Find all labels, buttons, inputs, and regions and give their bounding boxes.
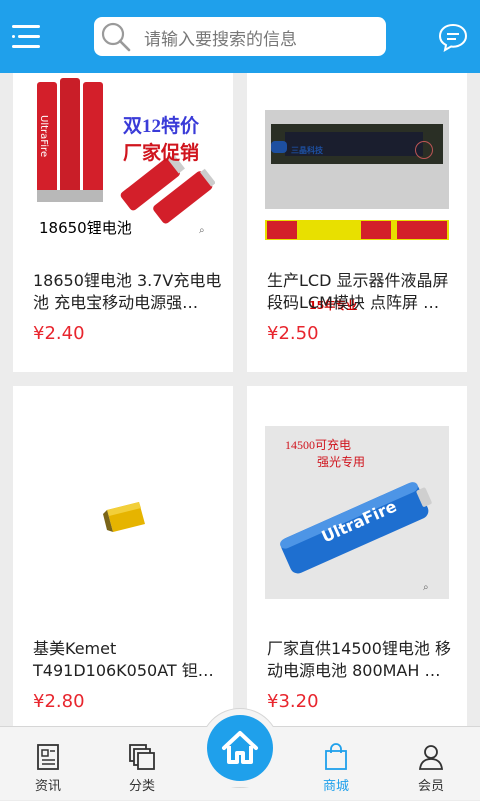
menu-button[interactable] — [12, 22, 40, 50]
member-icon — [418, 745, 444, 770]
brand-logo: 三晶科技 — [291, 146, 323, 155]
tab-news[interactable]: 资讯 — [3, 727, 93, 801]
home-icon — [222, 731, 258, 764]
zoom-icon: ⌕ — [423, 582, 429, 593]
menu-line-middle — [18, 35, 40, 38]
tab-label: 资讯 — [34, 779, 61, 794]
product-card[interactable]: 14500可充电 强光专用 UltraFire ⌕ 厂家直供14500锂电池 移… — [247, 386, 467, 726]
menu-line-top — [12, 25, 40, 28]
tab-shop[interactable]: 商城 — [291, 727, 381, 801]
product-price: ¥3.20 — [267, 691, 319, 712]
capacitor-photo — [103, 502, 145, 532]
top-bar: 请输入要搜索的信息 — [0, 0, 480, 73]
promo-line-2: 厂家促销 — [123, 143, 200, 164]
shop-bag-icon — [325, 743, 347, 770]
image-caption-2: 强光专用 — [317, 455, 366, 469]
product-price: ¥2.80 — [33, 691, 85, 712]
seal-icon — [415, 141, 433, 159]
promo-brand: UltraFire — [38, 115, 49, 158]
logo-mark-icon — [271, 141, 287, 153]
search-input[interactable]: 请输入要搜索的信息 — [94, 17, 386, 56]
product-title: 18650锂电池 3.7V充电电池 充电宝移动电源强… — [33, 271, 222, 312]
tab-label: 商城 — [322, 779, 349, 794]
product-title: 生产LCD 显示器件液晶屏段码LCM模块 点阵屏 … — [267, 271, 449, 312]
zoom-icon: ⌕ — [199, 225, 205, 236]
chat-icon[interactable] — [437, 21, 469, 53]
tab-label: 会员 — [417, 779, 444, 794]
search-placeholder: 请输入要搜索的信息 — [144, 30, 297, 50]
tab-label: 分类 — [128, 779, 155, 794]
home-button[interactable] — [207, 715, 273, 781]
tab-category[interactable]: 分类 — [97, 727, 187, 801]
search-icon — [101, 22, 131, 52]
news-icon — [37, 744, 59, 770]
menu-dot-middle — [12, 35, 15, 38]
product-price: ¥2.40 — [33, 323, 85, 344]
promo-line-1: 双12特价 — [123, 116, 200, 137]
product-card[interactable]: UltraFire 双12特价 厂家促销 18650锂电池 ⌕ 18650锂电池… — [13, 73, 233, 372]
menu-line-bottom — [12, 45, 40, 48]
product-title: 厂家直供14500锂电池 移动电源电池 800MAH … — [267, 639, 451, 680]
product-image — [31, 426, 215, 599]
image-caption: 18650锂电池 — [39, 219, 132, 237]
image-caption-1: 14500可充电 — [285, 438, 352, 452]
product-title: 基美Kemet T491D106K050AT 钽… — [33, 639, 214, 680]
product-grid: UltraFire 双12特价 厂家促销 18650锂电池 ⌕ 18650锂电池… — [0, 73, 480, 726]
tab-member[interactable]: 会员 — [386, 727, 476, 801]
product-price: ¥2.50 — [267, 323, 319, 344]
category-icon — [129, 744, 155, 770]
product-card[interactable]: 基美Kemet T491D106K050AT 钽… ¥2.80 — [13, 386, 233, 726]
product-card[interactable]: 三晶科技 定制 15年专业 厂家 工厂直销 生产LCD 显示器件液晶屏段码LCM… — [247, 73, 467, 372]
